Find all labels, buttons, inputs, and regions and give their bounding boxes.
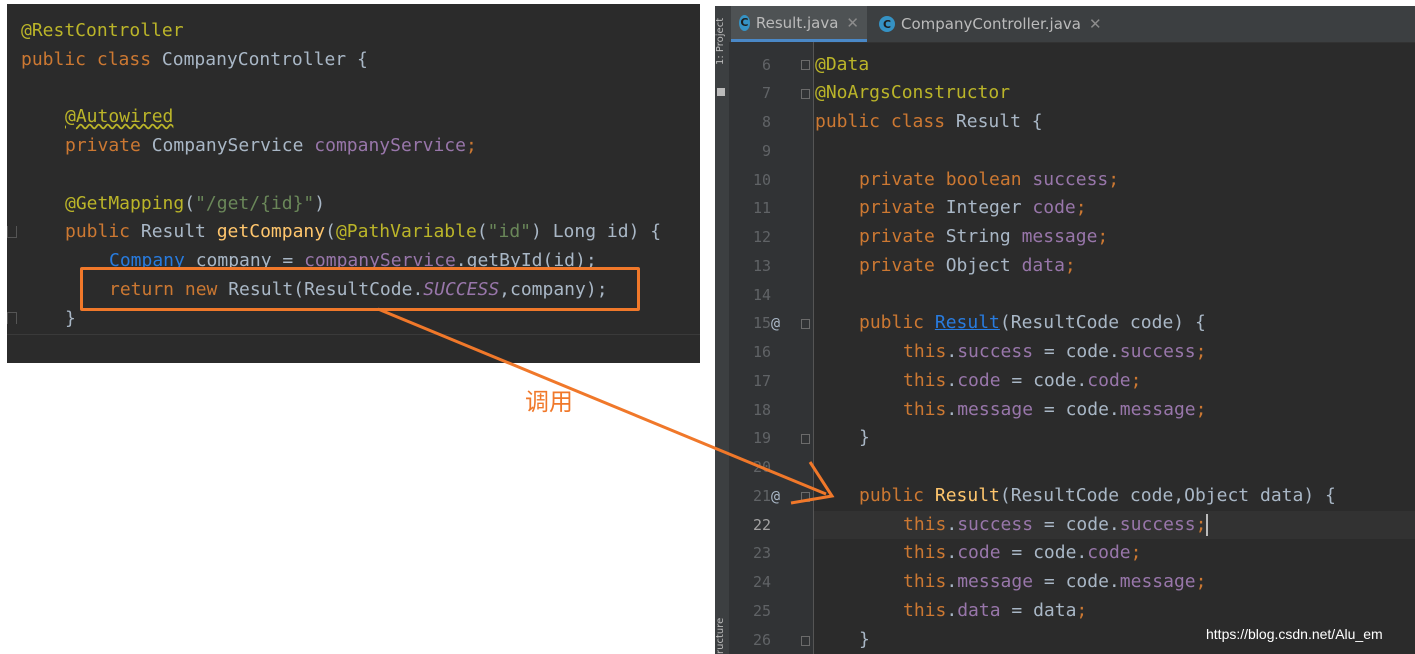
code-line-19: }: [859, 427, 870, 448]
code-line-2: public class CompanyController {: [21, 49, 368, 70]
code-line-11: }: [65, 308, 76, 329]
line-number: 18: [752, 401, 771, 419]
fold-marker[interactable]: [801, 492, 810, 502]
line-number: 23: [752, 544, 771, 562]
line-number: 17: [752, 372, 771, 390]
line-number: 24: [752, 573, 771, 591]
code-line-26: }: [859, 629, 870, 650]
line-number: 15: [752, 314, 771, 332]
fold-marker[interactable]: [7, 312, 17, 324]
line-number: 25: [752, 602, 771, 620]
line-number: 19: [752, 429, 771, 447]
tab-result-java[interactable]: C Result.java ✕: [731, 6, 867, 42]
code-line-18: this.message = code.message;: [903, 399, 1207, 420]
gutter-separator: [813, 42, 814, 654]
code-line-16: this.success = code.success;: [903, 341, 1207, 362]
line-number-current: 22: [752, 516, 771, 534]
line-number: 9: [761, 142, 771, 160]
editor-tab-bar: C Result.java ✕ C CompanyController.java…: [729, 6, 1415, 43]
line-number: 16: [752, 343, 771, 361]
text-caret: [1206, 514, 1209, 536]
close-icon[interactable]: ✕: [846, 14, 859, 32]
line-number: 26: [752, 631, 771, 649]
tool-window-strip: 1: Project ructure: [715, 6, 729, 654]
code-line-13: private Object data;: [859, 255, 1076, 276]
line-number: 6: [761, 56, 771, 74]
code-line-4: @Autowired: [65, 106, 174, 127]
close-icon[interactable]: ✕: [1089, 15, 1102, 33]
class-icon: C: [739, 14, 750, 31]
line-number: 10: [752, 171, 771, 189]
tab-label: CompanyController.java: [901, 15, 1081, 33]
code-line-5: private CompanyService companyService;: [65, 135, 477, 156]
fold-marker[interactable]: [7, 226, 17, 238]
line-number: 21: [752, 487, 771, 505]
fold-marker[interactable]: [801, 60, 810, 70]
right-code-editor: 1: Project ructure C Result.java ✕ C Com…: [715, 6, 1415, 654]
fold-marker[interactable]: [801, 434, 810, 444]
line-number: 20: [752, 458, 771, 476]
code-line-15: public Result(ResultCode code) {: [859, 312, 1206, 333]
code-line-24: this.message = code.message;: [903, 571, 1207, 592]
fold-marker[interactable]: [801, 319, 810, 329]
fold-marker[interactable]: [801, 89, 810, 99]
editor-divider: [7, 334, 700, 335]
line-number: 14: [752, 286, 771, 304]
line-number: 7: [761, 84, 771, 102]
highlight-box: [80, 267, 640, 311]
code-line-12: private String message;: [859, 226, 1109, 247]
code-line-23: this.code = code.code;: [903, 542, 1142, 563]
tab-companycontroller-java[interactable]: C CompanyController.java ✕: [871, 6, 1111, 42]
code-line-22: this.success = code.success;: [903, 514, 1209, 536]
code-line-8: public class Result {: [815, 111, 1043, 132]
code-line-7: @GetMapping("/get/{id}"): [65, 193, 326, 214]
code-line-8: public Result getCompany(@PathVariable("…: [65, 221, 662, 242]
code-line-21: public Result(ResultCode code,Object dat…: [859, 485, 1336, 506]
override-marker-icon[interactable]: @: [771, 309, 780, 337]
line-number: 11: [752, 199, 771, 217]
code-line-10: private boolean success;: [859, 169, 1120, 190]
class-icon: C: [879, 16, 895, 32]
override-marker-icon[interactable]: @: [771, 482, 780, 510]
fold-marker[interactable]: [801, 636, 810, 646]
structure-tool-button[interactable]: ructure: [715, 604, 729, 654]
code-line-25: this.data = data;: [903, 600, 1088, 621]
line-number: 13: [752, 257, 771, 275]
call-annotation-label: 调用: [525, 388, 573, 416]
tab-label: Result.java: [755, 13, 839, 32]
line-number: 8: [761, 113, 771, 131]
code-line-17: this.code = code.code;: [903, 370, 1142, 391]
code-line-11: private Integer code;: [859, 197, 1087, 218]
watermark: https://blog.csdn.net/Alu_em: [1206, 626, 1383, 642]
line-number: 12: [752, 228, 771, 246]
project-tool-button[interactable]: 1: Project: [715, 18, 729, 88]
code-line-1: @RestController: [21, 20, 184, 41]
code-line-7: @NoArgsConstructor: [815, 82, 1011, 103]
project-icon: [717, 88, 725, 96]
code-line-6: @Data: [815, 54, 870, 75]
